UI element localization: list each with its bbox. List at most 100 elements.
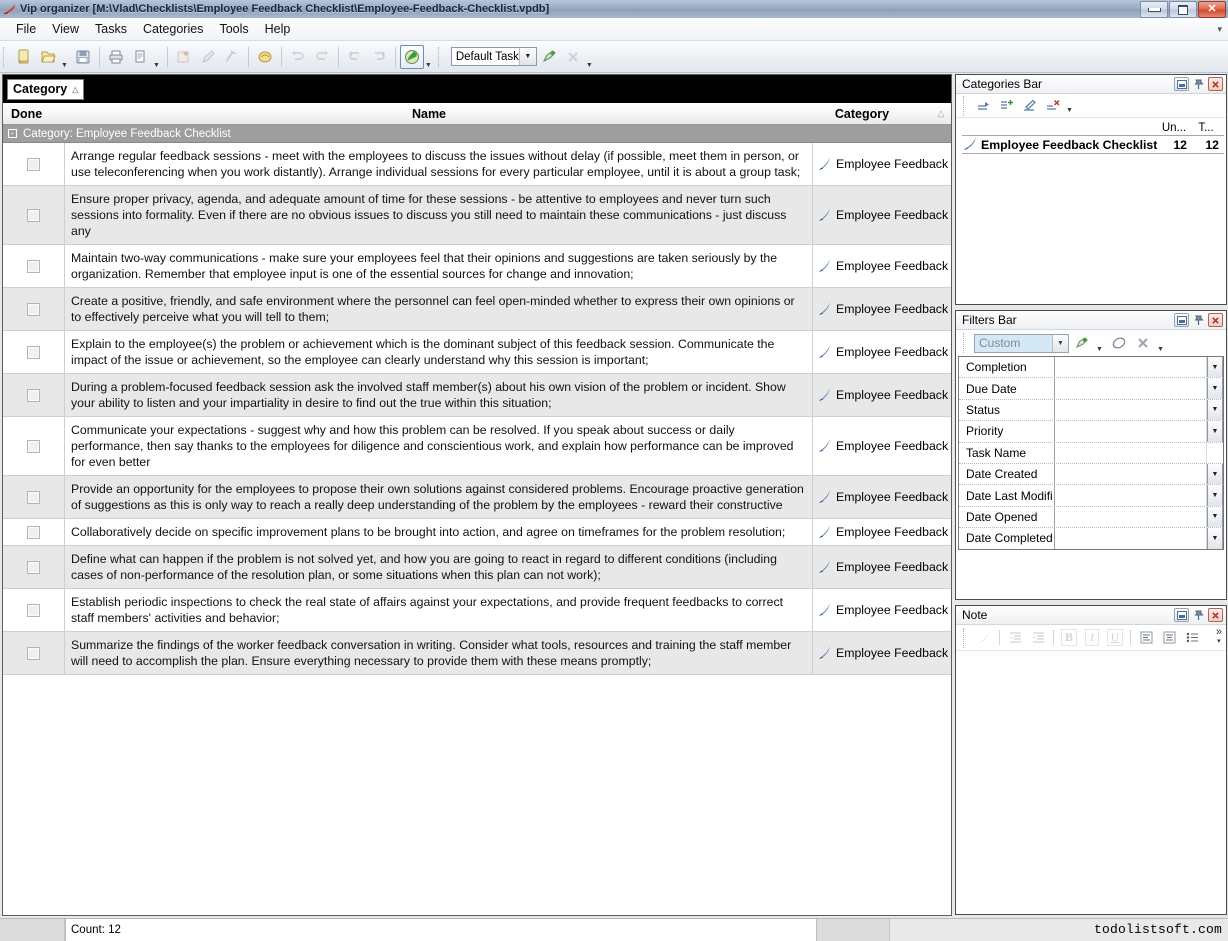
done-checkbox[interactable] (27, 259, 40, 273)
redo-button[interactable] (310, 45, 334, 69)
chevron-down-icon[interactable]: ▼ (1207, 528, 1223, 549)
toolbar-grip[interactable] (3, 46, 9, 67)
note-panel-menu-button[interactable] (1174, 608, 1189, 622)
cell-done[interactable] (3, 143, 65, 185)
open-dropdown[interactable]: ▼ (61, 62, 68, 69)
filter-row-status[interactable]: Status ▼ (959, 399, 1223, 422)
chevron-down-icon[interactable]: ▼ (518, 48, 536, 65)
column-header-category[interactable]: Category (793, 107, 931, 121)
group-row[interactable]: - Category: Employee Feedback Checklist (3, 125, 951, 143)
table-row[interactable]: Summarize the findings of the worker fee… (3, 632, 951, 675)
categories-toolbar-grip[interactable] (963, 95, 969, 116)
chevron-down-icon[interactable]: ▼ (1207, 399, 1223, 421)
underline-button[interactable]: U (1104, 628, 1126, 648)
toolbar-grip-2[interactable] (437, 46, 444, 67)
filter-value[interactable] (1055, 485, 1207, 506)
chevron-down-icon[interactable]: ▼ (1052, 334, 1068, 352)
run-dropdown[interactable]: ▼ (425, 62, 432, 69)
print-dropdown[interactable]: ▼ (153, 62, 160, 69)
filter-value[interactable] (1055, 528, 1207, 549)
note-toolbar-grip[interactable] (963, 627, 969, 648)
group-collapse-icon[interactable]: - (8, 129, 17, 138)
cell-done[interactable] (3, 288, 65, 330)
edit-category-button[interactable] (1019, 96, 1041, 116)
table-row[interactable]: Communicate your expectations - suggest … (3, 417, 951, 476)
clear-filter-button[interactable] (561, 45, 585, 69)
table-row[interactable]: Create a positive, friendly, and safe en… (3, 288, 951, 331)
chevron-down-icon[interactable]: ▼ (1207, 357, 1223, 378)
delete-category-button[interactable] (1042, 96, 1064, 116)
filter-value[interactable] (1055, 442, 1207, 463)
note-panel-close-button[interactable] (1208, 608, 1223, 622)
category-sort-ascending-icon[interactable]: △ (931, 108, 951, 119)
cell-done[interactable] (3, 519, 65, 545)
filters-panel-menu-button[interactable] (1174, 313, 1189, 327)
column-header-name[interactable]: Name (65, 107, 793, 121)
done-checkbox[interactable] (27, 157, 40, 171)
done-checkbox[interactable] (27, 525, 40, 539)
table-row[interactable]: Arrange regular feedback sessions - meet… (3, 143, 951, 186)
properties-button[interactable] (253, 45, 277, 69)
menu-item-view[interactable]: View (44, 19, 87, 39)
menu-overflow-icon[interactable]: ▾ (1217, 24, 1222, 35)
filter-row-task-name[interactable]: Task Name (959, 442, 1223, 464)
menu-item-file[interactable]: File (8, 19, 44, 39)
done-checkbox[interactable] (27, 490, 40, 504)
apply-filter-button[interactable] (537, 45, 561, 69)
done-checkbox[interactable] (27, 646, 40, 660)
cell-done[interactable] (3, 632, 65, 674)
toolbar-overflow-icon[interactable]: ▼ (586, 62, 593, 69)
table-row[interactable]: Maintain two-way communications - make s… (3, 245, 951, 288)
note-editor[interactable] (956, 651, 1226, 914)
indent-increase-button[interactable] (1027, 628, 1049, 648)
done-checkbox[interactable] (27, 439, 40, 453)
menu-item-tools[interactable]: Tools (211, 19, 256, 39)
edit-button[interactable] (196, 45, 220, 69)
remove-filter-button[interactable] (1132, 333, 1154, 353)
done-checkbox[interactable] (27, 603, 40, 617)
delete-button[interactable] (220, 45, 244, 69)
filter-dropdown-icon[interactable]: ▼ (1096, 346, 1103, 353)
open-task-button[interactable] (36, 45, 60, 69)
print-button[interactable] (104, 45, 128, 69)
filters-panel-close-button[interactable] (1208, 313, 1223, 327)
cell-done[interactable] (3, 589, 65, 631)
cell-done[interactable] (3, 374, 65, 416)
indent-decrease-button[interactable] (1004, 628, 1026, 648)
new-category-button[interactable] (973, 96, 995, 116)
note-edit-button[interactable] (973, 628, 995, 648)
note-toolbar-overflow[interactable]: » ▾ (1216, 627, 1222, 647)
column-header-uncompleted[interactable]: Un... (1158, 122, 1190, 134)
clear-filter-button[interactable] (1108, 333, 1130, 353)
bold-button[interactable]: B (1058, 628, 1080, 648)
maximize-button[interactable] (1169, 1, 1197, 18)
filters-toolbar-grip[interactable] (963, 333, 969, 353)
chevron-down-icon[interactable]: ▼ (1207, 421, 1223, 442)
cell-done[interactable] (3, 186, 65, 244)
cell-done[interactable] (3, 417, 65, 475)
chevron-down-icon[interactable]: ▼ (1207, 485, 1223, 506)
filter-value[interactable] (1055, 378, 1207, 399)
note-panel-pin-button[interactable] (1191, 608, 1206, 622)
list-item[interactable]: Employee Feedback Checklist 12 12 (962, 135, 1224, 154)
table-row[interactable]: Establish periodic inspections to check … (3, 589, 951, 632)
categories-panel-menu-button[interactable] (1174, 77, 1189, 91)
filter-value[interactable] (1055, 463, 1207, 485)
group-by-bar[interactable]: Category △ (3, 75, 951, 103)
cell-done[interactable] (3, 476, 65, 518)
group-chip-category[interactable]: Category △ (7, 78, 85, 100)
filters-panel-pin-button[interactable] (1191, 313, 1206, 327)
filter-value[interactable] (1055, 506, 1207, 528)
table-row[interactable]: Collaboratively decide on specific impro… (3, 519, 951, 546)
italic-button[interactable]: I (1081, 628, 1103, 648)
filter-row-due-date[interactable]: Due Date ▼ (959, 378, 1223, 400)
filter-preset-combo[interactable]: Custom ▼ (974, 333, 1069, 353)
filter-row-date-opened[interactable]: Date Opened ▼ (959, 506, 1223, 529)
new-subcategory-button[interactable] (996, 96, 1018, 116)
filter-row-completion[interactable]: Completion ▼ (959, 357, 1223, 379)
run-button[interactable] (399, 44, 424, 69)
filter-row-priority[interactable]: Priority ▼ (959, 421, 1223, 443)
minimize-button[interactable] (1140, 1, 1168, 18)
task-template-combo[interactable]: Default Task ▼ (450, 47, 537, 66)
filter-row-date-created[interactable]: Date Created ▼ (959, 463, 1223, 486)
